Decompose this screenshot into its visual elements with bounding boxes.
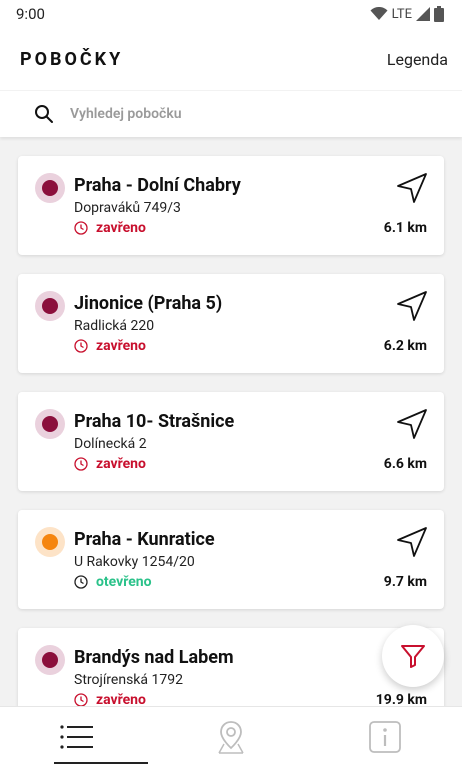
branch-card[interactable]: Praha - Kunratice U Rakovky 1254/20 otev… [18,510,444,609]
network-label: LTE [391,6,412,22]
branch-name: Jinonice (Praha 5) [74,293,223,314]
branch-status-dot [35,173,65,203]
app-header: POBOČKY Legenda [0,28,462,90]
tab-list[interactable] [0,707,154,766]
branch-name: Praha - Kunratice [74,529,215,550]
filter-icon [401,645,425,668]
branch-card[interactable]: Jinonice (Praha 5) Radlická 220 zavřeno … [18,274,444,373]
clock-icon [74,221,88,235]
wifi-icon [370,7,388,20]
branch-list: Praha - Dolní Chabry Dopraváků 749/3 zav… [18,156,444,746]
search-input[interactable]: Vyhledej pobočku [70,106,182,122]
branch-status-label: otevřeno [96,574,152,590]
branch-address: Dolínecká 2 [74,436,147,452]
branch-address: Radlická 220 [74,318,155,334]
navigate-icon[interactable] [396,172,428,204]
info-icon [369,720,401,753]
tab-info[interactable] [308,707,462,766]
list-icon [60,724,93,749]
status-icons: LTE [370,6,444,22]
clock-icon [74,693,88,707]
branch-status-label: zavřeno [96,220,146,236]
status-time: 9:00 [16,5,45,23]
branch-status-label: zavřeno [96,456,146,472]
branch-status-dot [35,645,65,675]
battery-icon [434,6,444,22]
branch-status-dot [35,527,65,557]
branch-status: otevřeno [74,574,152,590]
branch-status-dot [35,291,65,321]
clock-icon [74,575,88,589]
branch-address: Strojírenská 1792 [74,672,183,688]
branch-distance: 6.6 km [383,456,427,472]
clock-icon [74,339,88,353]
legend-button[interactable]: Legenda [387,50,448,69]
map-pin-icon [218,720,244,754]
branch-address: Dopraváků 749/3 [74,200,181,216]
tab-map[interactable] [154,707,308,766]
branch-name: Praha - Dolní Chabry [74,175,241,196]
branch-distance: 6.1 km [383,220,427,236]
branch-name: Brandýs nad Labem [74,647,234,668]
branch-status-dot [35,409,65,439]
branch-status: zavřeno [74,220,146,236]
page-title: POBOČKY [20,48,124,70]
branch-name: Praha 10- Strašnice [74,411,235,432]
navigate-icon[interactable] [396,408,428,440]
branch-card[interactable]: Praha 10- Strašnice Dolínecká 2 zavřeno … [18,392,444,491]
branch-card[interactable]: Praha - Dolní Chabry Dopraváků 749/3 zav… [18,156,444,255]
branch-distance: 6.2 km [383,338,427,354]
branch-status: zavřeno [74,338,146,354]
clock-icon [74,457,88,471]
screen: 9:00 LTE POBOČKY Legenda Vyhledej pobočk… [0,0,462,766]
branch-status: zavřeno [74,456,146,472]
navigate-icon[interactable] [396,526,428,558]
branch-distance: 9.7 km [383,574,427,590]
branch-status-label: zavřeno [96,338,146,354]
bottom-navigation [0,706,462,766]
branch-address: U Rakovky 1254/20 [74,554,195,570]
search-bar[interactable]: Vyhledej pobočku [0,91,462,137]
search-icon [35,105,53,123]
signal-icon [416,7,430,21]
navigate-icon[interactable] [396,290,428,322]
filter-button[interactable] [382,625,444,687]
status-bar: 9:00 LTE [0,0,462,28]
